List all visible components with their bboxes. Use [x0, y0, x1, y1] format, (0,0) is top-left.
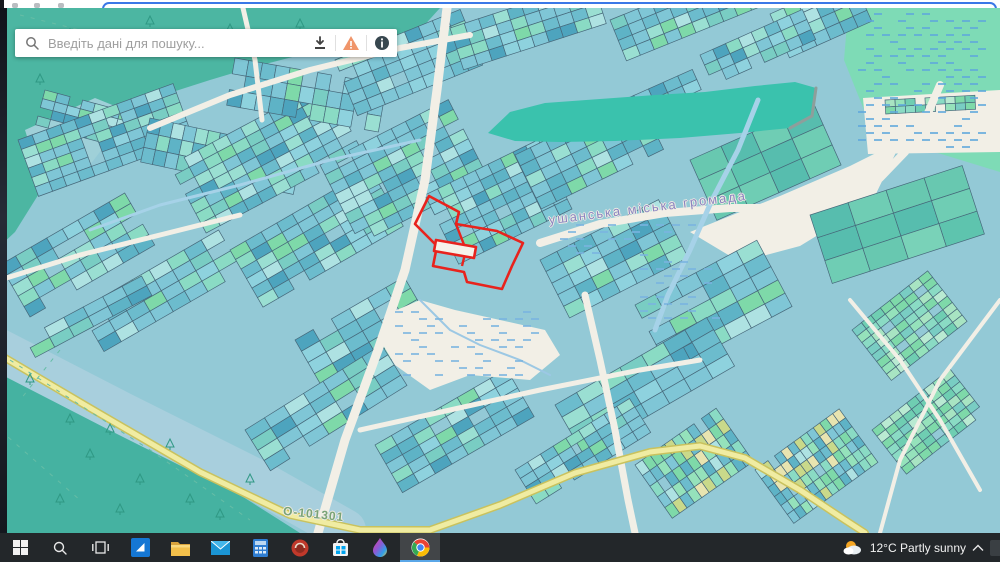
taskbar-search-button[interactable]: [40, 533, 80, 562]
download-icon: [312, 35, 328, 51]
tray-partial-icon[interactable]: [990, 540, 1000, 556]
app-red-icon: [291, 539, 309, 557]
info-icon: [374, 35, 390, 51]
file-explorer-icon: [171, 540, 190, 556]
warning-icon: [342, 35, 360, 51]
mail-button[interactable]: [200, 533, 240, 562]
search-glyph-icon: [52, 540, 68, 556]
chrome-button[interactable]: [400, 533, 440, 562]
calculator-icon: [253, 539, 268, 557]
windows-logo-icon: [13, 540, 28, 555]
chevron-up-icon[interactable]: [972, 544, 984, 552]
forward-icon[interactable]: [34, 3, 40, 8]
taskbar: 12°C Partly sunny: [0, 533, 1000, 562]
weather-widget[interactable]: 12°C Partly sunny: [870, 541, 966, 555]
task-view-icon: [92, 540, 109, 555]
download-button[interactable]: [305, 30, 335, 56]
paint3d-icon: [372, 538, 388, 557]
map-svg: [0, 0, 1000, 562]
window-edge: [0, 0, 4, 8]
paint3d-button[interactable]: [360, 533, 400, 562]
file-explorer-button[interactable]: [160, 533, 200, 562]
app-blue-icon: [131, 538, 150, 557]
search-icon: [25, 36, 40, 51]
start-button[interactable]: [0, 533, 40, 562]
map-search-bar[interactable]: [15, 29, 397, 57]
weather-icon: [842, 539, 864, 557]
back-icon[interactable]: [12, 3, 18, 8]
map-canvas[interactable]: ушанська міська громада О-101301: [0, 0, 1000, 562]
app-red-button[interactable]: [280, 533, 320, 562]
screen-bezel-edge: [0, 8, 7, 533]
browser-toolbar-sliver[interactable]: [0, 0, 1000, 8]
store-button[interactable]: [320, 533, 360, 562]
search-input[interactable]: [48, 36, 305, 51]
chrome-icon: [411, 538, 430, 557]
task-view-button[interactable]: [80, 533, 120, 562]
reload-icon[interactable]: [58, 3, 64, 8]
screen: ушанська міська громада О-101301: [0, 0, 1000, 562]
store-icon: [332, 539, 349, 557]
mail-icon: [211, 541, 230, 555]
address-bar[interactable]: [102, 2, 997, 8]
warning-button[interactable]: [336, 30, 366, 56]
app-blue-button[interactable]: [120, 533, 160, 562]
calculator-button[interactable]: [240, 533, 280, 562]
info-button[interactable]: [367, 30, 397, 56]
